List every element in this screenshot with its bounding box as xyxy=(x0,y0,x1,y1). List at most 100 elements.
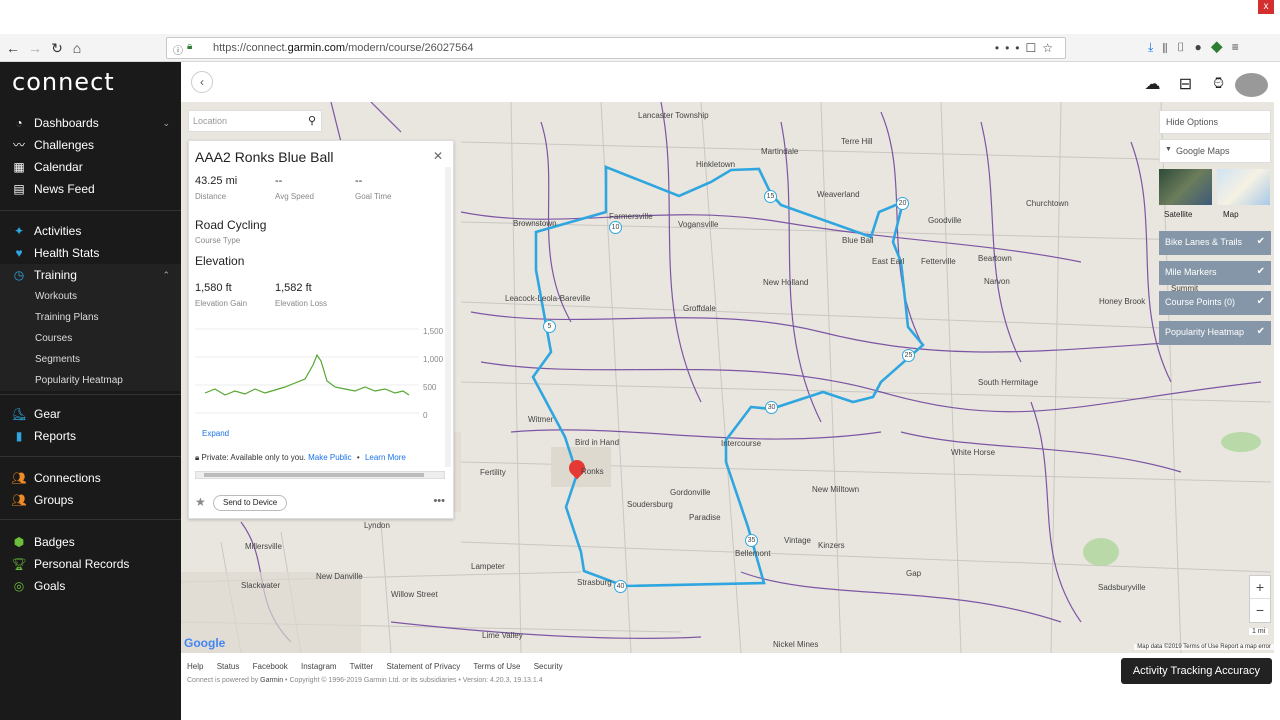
connect-logo: connect xyxy=(12,68,115,96)
map-attribution[interactable]: Map data ©2019 Terms of Use Report a map… xyxy=(1134,644,1274,650)
close-icon[interactable]: ✕ xyxy=(433,149,443,163)
elevation-loss-label: Elevation Loss xyxy=(275,299,328,308)
sidebar-item-reports[interactable]: ▮ Reports xyxy=(0,425,181,447)
learn-more-link[interactable]: Learn More xyxy=(365,453,406,462)
sidebar-subitem-heatmap[interactable]: Popularity Heatmap xyxy=(0,370,181,391)
sidebar-item-activities[interactable]: ✦ Activities xyxy=(0,220,181,242)
place-label: Gordonville xyxy=(670,488,711,497)
footer-link[interactable]: Twitter xyxy=(350,662,374,671)
sidebar-item-gear[interactable]: ⛸ Gear xyxy=(0,403,181,425)
footer-link[interactable]: Status xyxy=(217,662,240,671)
home-icon[interactable]: ⌂ xyxy=(68,39,86,57)
place-label: New Danville xyxy=(316,572,363,581)
library-icon: ⫴ xyxy=(1162,40,1177,54)
toolbar-icons[interactable]: ⤓⫴▯●◆≡ xyxy=(1148,40,1248,55)
sidebar-item-newsfeed[interactable]: ▤ News Feed xyxy=(0,178,181,200)
avatar-button[interactable] xyxy=(1235,72,1268,97)
satellite-label: Satellite xyxy=(1164,210,1193,219)
footer-link[interactable]: Facebook xyxy=(253,662,288,671)
url-text: https://connect.garmin.com/modern/course… xyxy=(213,42,474,54)
sidebar-item-training[interactable]: ◷ Training ⌃ xyxy=(0,264,181,286)
footer-link[interactable]: Statement of Privacy xyxy=(386,662,460,671)
place-label: Beartown xyxy=(978,254,1012,263)
sidebar-subitem-workouts[interactable]: Workouts xyxy=(0,286,181,307)
avg-speed-label: Avg Speed xyxy=(275,192,314,201)
forward-icon[interactable]: → xyxy=(26,39,44,57)
place-label: Goodville xyxy=(928,216,962,225)
close-window-button[interactable]: x xyxy=(1258,0,1274,14)
url-actions[interactable]: •••☐☆ xyxy=(995,41,1059,55)
make-public-link[interactable]: Make Public xyxy=(308,453,352,462)
sidebar-item-healthstats[interactable]: ♥ Health Stats xyxy=(0,242,181,264)
place-label: Lampeter xyxy=(471,562,505,571)
course-route[interactable] xyxy=(531,165,925,588)
target-icon: ◎ xyxy=(13,579,25,593)
back-icon[interactable]: ← xyxy=(4,39,22,57)
trophy-icon: 🏆︎ xyxy=(11,557,27,571)
nav-section-5: ⬢ Badges 🏆︎ Personal Records ◎ Goals xyxy=(0,531,181,597)
sidebar-item-badges[interactable]: ⬢ Badges xyxy=(0,531,181,553)
sidebar-subitem-segments[interactable]: Segments xyxy=(0,349,181,370)
search-icon[interactable]: ⚲ xyxy=(308,114,316,127)
layer-course-points[interactable]: Course Points (0) ✔ xyxy=(1159,291,1271,315)
mile-marker: 15 xyxy=(764,190,777,203)
elevation-tick: 1,000 xyxy=(423,355,444,364)
course-title: AAA2 Ronks Blue Ball xyxy=(195,149,334,165)
elevation-tick: 500 xyxy=(423,383,437,392)
elevation-gain-label: Elevation Gain xyxy=(195,299,248,308)
cloud-upload-icon[interactable]: ☁ xyxy=(1136,74,1169,94)
watch-icon[interactable]: ⌚︎ xyxy=(1202,72,1235,95)
send-to-device-button[interactable]: Send to Device xyxy=(213,495,288,511)
footer-link[interactable]: Terms of Use xyxy=(473,662,520,671)
sidebar-item-goals[interactable]: ◎ Goals xyxy=(0,575,181,597)
layer-mile-markers[interactable]: Mile Markers ✔ xyxy=(1159,261,1271,285)
sidebar-item-calendar[interactable]: ▦ Calendar xyxy=(0,156,181,178)
course-type-label: Course Type xyxy=(195,236,241,245)
place-label: Bird in Hand xyxy=(575,438,620,447)
sidebar-item-dashboards[interactable]: ◔ Dashboards ⌄ xyxy=(0,112,181,134)
expand-link[interactable]: Expand xyxy=(202,429,229,438)
location-search-input[interactable]: Location ⚲ xyxy=(188,110,322,132)
reload-icon[interactable]: ↻ xyxy=(48,39,66,57)
panel-scrollbar[interactable] xyxy=(445,167,451,467)
place-label: Fetterville xyxy=(921,257,956,266)
header-icons: ☁ ⊟ ⌚︎ xyxy=(1136,72,1268,97)
site-info-icon[interactable]: ⓘ xyxy=(173,42,183,57)
place-label: Blue Ball xyxy=(842,236,874,245)
sidebar-item-challenges[interactable]: 〰 Challenges xyxy=(0,134,181,156)
course-map[interactable]: 10 15 20 25 30 35 40 5 Hinkletown Martin… xyxy=(181,102,1274,653)
footer-link[interactable]: Security xyxy=(534,662,563,671)
heart-icon: ♥ xyxy=(15,246,23,260)
url-bar[interactable]: ⓘ 🔒︎ https://connect.garmin.com/modern/c… xyxy=(166,37,1066,59)
zoom-in-button[interactable]: + xyxy=(1250,576,1270,599)
sidebar-item-connections[interactable]: 👥︎ Connections xyxy=(0,467,181,489)
goal-time-value: -- xyxy=(355,175,363,187)
hide-options-button[interactable]: Hide Options xyxy=(1159,110,1271,134)
sidebar-subitem-courses[interactable]: Courses xyxy=(0,328,181,349)
sidebar-item-personalrecords[interactable]: 🏆︎ Personal Records xyxy=(0,553,181,575)
sidebar-subitem-trainingplans[interactable]: Training Plans xyxy=(0,307,181,328)
google-logo: Google xyxy=(184,636,226,650)
footer-link[interactable]: Instagram xyxy=(301,662,337,671)
newsfeed-icon: ▤ xyxy=(13,182,25,196)
footer-link[interactable]: Help xyxy=(187,662,203,671)
more-options-icon[interactable]: ••• xyxy=(433,495,445,507)
star-icon[interactable]: ★ xyxy=(195,495,206,509)
horizontal-scrollbar[interactable] xyxy=(195,471,445,479)
activity-tracking-accuracy-button[interactable]: Activity Tracking Accuracy xyxy=(1120,658,1272,684)
inbox-icon[interactable]: ⊟ xyxy=(1169,74,1202,94)
layer-popularity-heatmap[interactable]: Popularity Heatmap ✔ xyxy=(1159,321,1271,345)
map-thumbnail[interactable] xyxy=(1217,169,1270,205)
elevation-chart xyxy=(195,328,419,414)
place-label: Lyndon xyxy=(364,521,390,530)
layer-bike-lanes[interactable]: Bike Lanes & Trails ✔ xyxy=(1159,231,1271,255)
satellite-thumbnail[interactable] xyxy=(1159,169,1212,205)
zoom-out-button[interactable]: − xyxy=(1250,599,1270,622)
place-label: Vintage xyxy=(784,536,811,545)
sidebar-divider xyxy=(0,456,181,457)
google-maps-dropdown[interactable]: ▼ Google Maps xyxy=(1159,139,1271,163)
mile-marker: 25 xyxy=(902,349,915,362)
sidebar-item-groups[interactable]: 👥︎ Groups xyxy=(0,489,181,511)
nav-section-4: 👥︎ Connections 👥︎ Groups xyxy=(0,467,181,511)
back-arrow-icon[interactable]: ‹ xyxy=(191,71,213,93)
